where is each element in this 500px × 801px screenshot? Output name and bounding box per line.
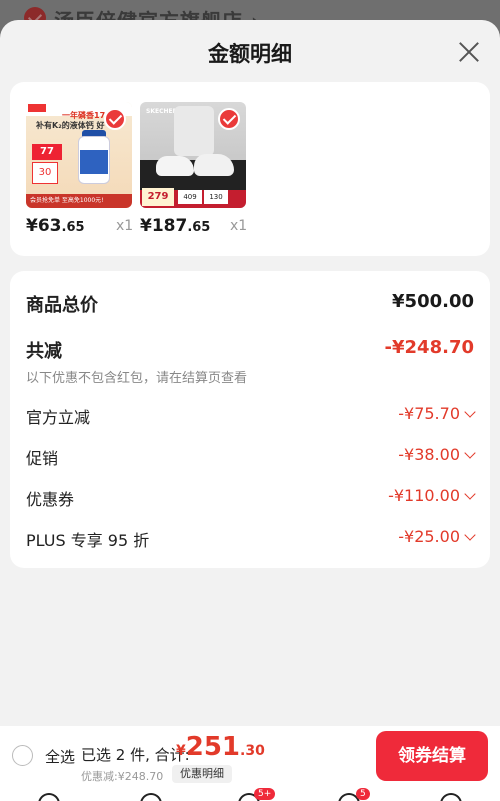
product-image-number: 409 [178,190,202,204]
home-icon[interactable] [38,793,60,801]
discount-row[interactable]: 官方立减 -¥75.70 [26,404,476,434]
close-icon[interactable] [454,37,484,67]
product-image-calcium[interactable]: 一年磷香17.6 补有K₂的液体钙 好 77 30 会员抢免单 至高免1000元… [26,102,132,208]
reduction-note: 以下优惠不包含红包，请在结算页查看 [26,371,248,386]
chevron-down-icon [464,529,476,541]
total-reduction-label: 共减 [26,341,62,362]
chevron-down-icon [464,447,476,459]
tab-bar: 5+ 5 [0,788,500,801]
sheet-title: 金额明细 [208,42,292,66]
product-qty: x1 [230,218,248,234]
cart-badge: 5 [356,788,370,800]
total-price-value: ¥500.00 [392,291,474,312]
chevron-down-icon [464,406,476,418]
total-reduction-row: 共减 -¥248.70 [26,337,474,367]
select-all-checkbox[interactable] [12,745,33,766]
amount-detail-sheet: 金额明细 一年磷香17.6 补有K₂的液体钙 好 77 30 会员抢免单 至高免… [0,20,500,801]
discount-label: 优惠券 [26,490,75,509]
total-price-label: 商品总价 [26,295,98,316]
product-image-price: 279 [142,188,174,206]
discount-row[interactable]: 促销 -¥38.00 [26,445,476,475]
discount-detail-button[interactable]: 优惠明细 [172,765,232,783]
discount-label: 促销 [26,449,59,468]
product-image-footer: 会员抢免单 至高免1000元! [26,194,132,208]
product-image-sub: 30 [32,162,58,184]
discount-value: -¥75.70 [398,404,476,423]
chevron-down-icon [464,488,476,500]
discount-row[interactable]: 优惠券 -¥110.00 [26,486,476,516]
discount-value: -¥110.00 [388,486,476,505]
discover-icon[interactable] [140,793,162,801]
product-image-shoes[interactable]: SKECHERS 279 409 130 [140,102,246,208]
product-price: ¥63.65 [26,216,85,236]
product-checked-icon[interactable] [218,108,240,130]
select-all-label[interactable]: 全选 [45,746,75,767]
product-image-number: 130 [204,190,228,204]
discount-summary: 优惠减:¥248.70 [81,770,164,783]
total-price-row: 商品总价 ¥500.00 [26,291,474,321]
selected-count: 已选 2 件, 合计: [81,746,190,764]
product-image-price: 77 [32,144,62,160]
product-item[interactable]: 一年磷香17.6 补有K₂的液体钙 好 77 30 会员抢免单 至高免1000元… [26,102,136,236]
discount-value: -¥38.00 [398,445,476,464]
product-price: ¥187.65 [140,216,211,236]
price-summary-card: 商品总价 ¥500.00 共减 -¥248.70 以下优惠不包含红包，请在结算页… [10,271,490,568]
discount-row[interactable]: PLUS 专享 95 折 -¥25.00 [26,527,476,557]
profile-icon[interactable] [440,793,462,801]
product-checked-icon[interactable] [104,108,126,130]
discount-label: PLUS 专享 95 折 [26,531,150,550]
discount-value: -¥25.00 [398,527,476,546]
checkout-button[interactable]: 领券结算 [376,731,488,781]
total-amount: ¥251.30 [176,732,265,762]
total-reduction-value: -¥248.70 [384,337,474,358]
product-item[interactable]: SKECHERS 279 409 130 ¥187.65 x1 [140,102,250,236]
product-list-card: 一年磷香17.6 补有K₂的液体钙 好 77 30 会员抢免单 至高免1000元… [10,82,490,256]
product-qty: x1 [116,218,134,234]
discount-label: 官方立减 [26,408,91,427]
message-badge: 5+ [254,788,276,800]
